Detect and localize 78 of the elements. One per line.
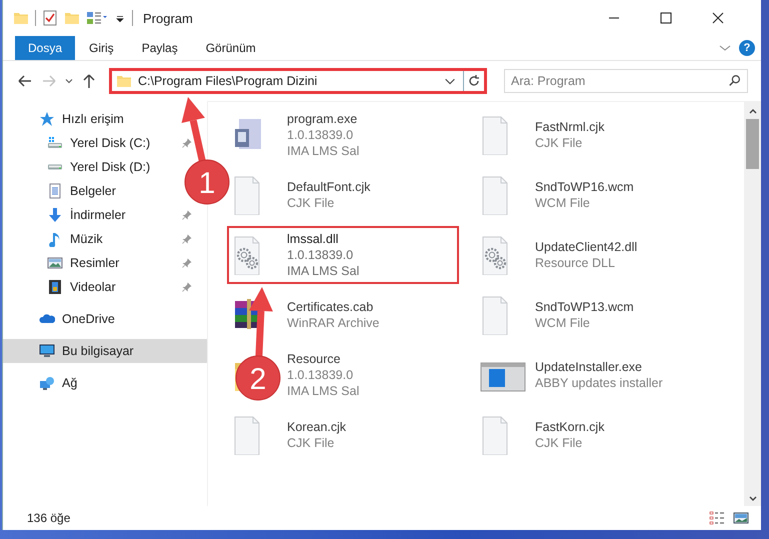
search-field[interactable]: Ara: Program: [504, 69, 748, 93]
file-detail: 1.0.13839.0: [287, 247, 354, 263]
document-icon: [47, 183, 63, 199]
refresh-icon: [467, 74, 481, 88]
star-icon: [39, 111, 55, 127]
step-number: 2: [250, 363, 266, 396]
download-icon: [47, 207, 63, 223]
file-name[interactable]: lmssal.dll: [287, 231, 360, 247]
file-name[interactable]: Certificates.cab: [287, 299, 380, 315]
drive-icon: [47, 135, 63, 151]
ribbon-tab[interactable]: Giriş: [75, 36, 128, 60]
nav-item[interactable]: Videolar: [3, 275, 193, 299]
file-detail: Resource DLL: [535, 255, 616, 271]
file-name[interactable]: FastKorn.cjk: [535, 419, 604, 435]
ribbon-tab[interactable]: Görünüm: [192, 36, 270, 60]
minimize-icon: [608, 17, 620, 19]
file-name[interactable]: Korean.cjk: [287, 419, 346, 435]
file-detail: 1.0.13839.0: [287, 367, 354, 383]
file-detail: WCM File: [535, 195, 591, 211]
properties-icon: [86, 10, 108, 26]
address-bar[interactable]: C:\Program Files\Program Dizini: [109, 68, 487, 94]
scrollbar-thumb[interactable]: [746, 119, 759, 169]
maximize-icon: [660, 12, 672, 24]
recent-locations-button[interactable]: [65, 78, 73, 84]
file-detail: ABBY updates installer: [535, 375, 663, 391]
nav-item[interactable]: Belgeler: [3, 179, 124, 203]
monitor-icon: [39, 343, 55, 359]
window-title: Program: [143, 10, 193, 26]
item-count: 136 öğe: [27, 511, 70, 525]
file-name[interactable]: DefaultFont.cjk: [287, 179, 370, 195]
step-marker: [184, 160, 230, 204]
film-icon: [47, 279, 63, 295]
nav-item[interactable]: Hızlı erişim: [3, 107, 132, 131]
nav-item[interactable]: Yerel Disk (C:): [3, 131, 193, 155]
tiles-view-icon: [733, 510, 749, 526]
folder-icon: [116, 73, 132, 89]
file-detail: IMA LMS Sal: [287, 263, 360, 279]
folder-icon: [13, 10, 29, 26]
file-name[interactable]: SndToWP13.wcm: [535, 299, 634, 315]
file-detail: WCM File: [535, 315, 591, 331]
file-name[interactable]: FastNrml.cjk: [535, 119, 604, 135]
nav-item[interactable]: OneDrive: [3, 307, 123, 331]
folder-icon: [64, 10, 80, 26]
nav-item[interactable]: Resimler: [3, 251, 193, 275]
file-name[interactable]: program.exe: [287, 111, 360, 127]
step-marker: [236, 356, 280, 400]
file-detail: CJK File: [535, 435, 584, 451]
file-name[interactable]: Resource: [287, 351, 360, 367]
nav-item[interactable]: Yerel Disk (D:): [3, 155, 158, 179]
file-name[interactable]: SndToWP16.wcm: [535, 179, 634, 195]
ribbon-tab[interactable]: Dosya: [15, 36, 76, 60]
nav-item[interactable]: Bu bilgisayar: [3, 339, 207, 363]
file-detail: IMA LMS Sal: [287, 143, 360, 159]
up-button[interactable]: [81, 73, 97, 89]
chevron-icon: [65, 78, 73, 84]
back-button[interactable]: [17, 73, 33, 89]
highlighted-file-item[interactable]: lmssal.dll 1.0.13839.0 IMA LMS Sal: [227, 226, 459, 284]
details-view-icon: [709, 510, 725, 526]
file-detail: CJK File: [287, 195, 336, 211]
checklist-icon: [42, 10, 58, 26]
search-icon: [728, 74, 742, 88]
nav-item[interactable]: Müzik: [3, 227, 193, 251]
close-icon: [712, 12, 724, 24]
file-name[interactable]: UpdateClient42.dll: [535, 239, 638, 255]
drive-icon: [47, 164, 63, 170]
picture-icon: [47, 255, 63, 271]
step-number: 1: [198, 167, 216, 200]
nav-item[interactable]: Ağ: [3, 371, 86, 395]
file-detail: 1.0.13839.0: [287, 127, 354, 143]
ribbon-tab[interactable]: Paylaş: [128, 36, 192, 60]
network-icon: [39, 375, 55, 391]
file-detail: IMA LMS Sal: [287, 383, 360, 399]
file-detail: CJK File: [535, 135, 584, 151]
file-detail: CJK File: [287, 435, 336, 451]
help-button[interactable]: ?: [739, 40, 755, 56]
file-name[interactable]: UpdateInstaller.exe: [535, 359, 663, 375]
file-detail: WinRAR Archive: [287, 315, 380, 331]
nav-item[interactable]: İndirmeler: [3, 203, 193, 227]
